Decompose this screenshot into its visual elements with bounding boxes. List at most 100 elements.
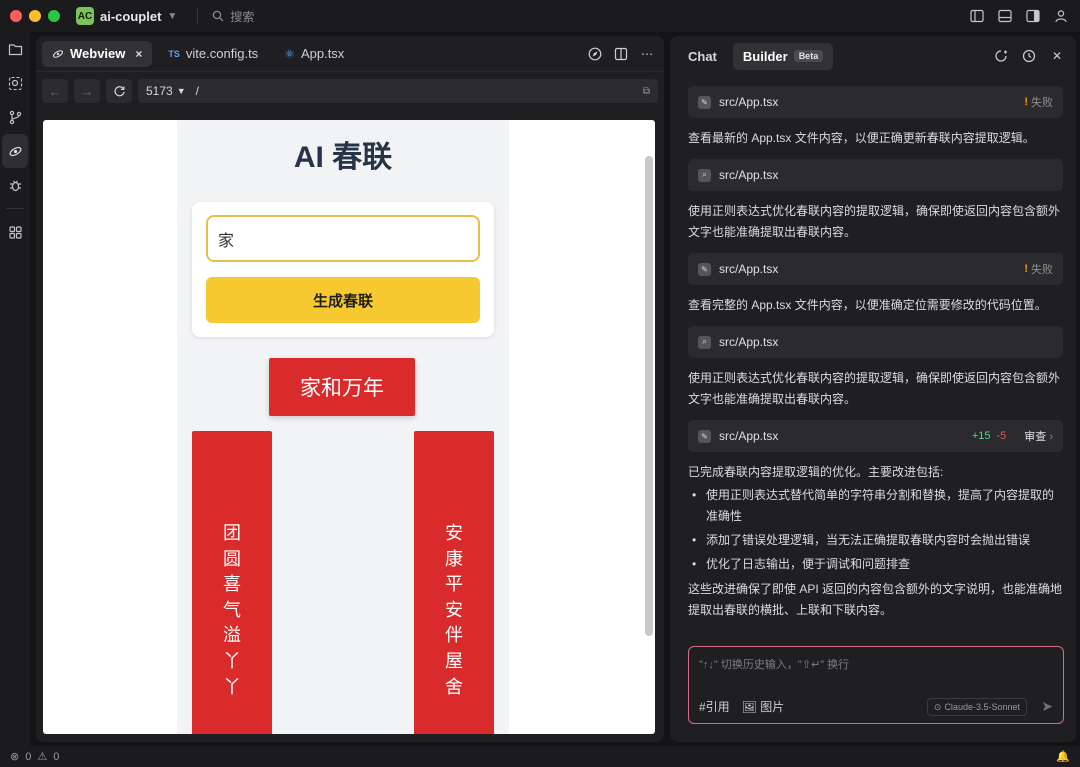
editor-panel: Webview × TS vite.config.ts ⚛ App.tsx ⋯ … (36, 36, 664, 742)
new-chat-icon[interactable] (994, 49, 1008, 63)
assistant-message: 使用正则表达式优化春联内容的提取逻辑，确保即使返回内容包含额外文字也能准确提取出… (688, 371, 1061, 406)
chat-header: Chat Builder Beta ✕ (670, 36, 1076, 76)
url-field[interactable]: 5173 ▼ / ⧉ (138, 79, 658, 103)
webview-scrollbar[interactable] (645, 156, 653, 636)
maximize-window-button[interactable] (48, 10, 60, 22)
image-button[interactable]: 🖼 图片 (742, 698, 785, 715)
toggle-sidebar-icon[interactable] (970, 9, 984, 23)
webview-icon[interactable] (2, 134, 28, 168)
couplet-character: 气 (223, 599, 241, 620)
file-action-row[interactable]: ⌕ src/App.tsx (688, 159, 1063, 191)
couplet-character: 屋 (445, 650, 463, 671)
edit-file-icon: ✎ (698, 262, 711, 276)
chevron-down-icon: ▼ (176, 86, 186, 96)
couplet-character: 舍 (445, 676, 463, 697)
couplet-character: 喜 (223, 574, 241, 595)
react-icon: ⚛ (284, 46, 295, 61)
account-icon[interactable] (1054, 9, 1068, 23)
debug-icon[interactable] (0, 168, 30, 202)
source-control-icon[interactable] (0, 100, 30, 134)
assistant-message: 查看最新的 App.tsx 文件内容，以便正确更新春联内容提取逻辑。 (688, 131, 1035, 145)
project-name[interactable]: ai-couplet (100, 9, 161, 24)
send-icon[interactable]: ➤ (1041, 698, 1053, 715)
generator-card: 家 生成春联 (192, 202, 494, 337)
error-count[interactable]: 0 (25, 751, 31, 763)
file-action-row[interactable]: ✎ src/App.tsx ! 失败 (688, 253, 1063, 285)
webview-url-bar: ← → 5173 ▼ / ⧉ (36, 72, 664, 110)
error-icon[interactable]: ⊗ (10, 750, 19, 763)
file-name: src/App.tsx (719, 95, 779, 109)
extensions-icon[interactable] (0, 215, 30, 249)
list-item: 使用正则表达式替代简单的字符串分割和替换，提高了内容提取的准确性 (688, 485, 1063, 527)
couplet-character: 丫 (223, 676, 241, 697)
editor-tabs: Webview × TS vite.config.ts ⚛ App.tsx ⋯ (36, 36, 664, 72)
app-page: AI 春联 家 生成春联 家和万年 团圆喜气溢丫丫 安康平安伴屋舍 (177, 120, 509, 734)
minimize-window-button[interactable] (29, 10, 41, 22)
couplet-character: 安 (445, 599, 463, 620)
warning-icon: ! (1024, 96, 1028, 108)
quote-button[interactable]: #引用 (699, 698, 730, 715)
window-controls (10, 10, 60, 22)
toggle-aux-bar-icon[interactable] (1026, 9, 1040, 23)
search-icon (213, 10, 224, 22)
keyword-input[interactable]: 家 (206, 215, 480, 262)
summary-outro: 这些改进确保了即使 API 返回的内容包含额外的文字说明，也能准确地提取出春联的… (688, 582, 1063, 617)
split-editor-icon[interactable] (614, 47, 628, 61)
tab-label: App.tsx (300, 46, 345, 61)
list-item: 优化了日志输出，便于调试和问题排查 (688, 554, 1063, 575)
warning-icon[interactable]: ⚠ (37, 750, 47, 763)
search-panel-icon[interactable] (0, 66, 30, 100)
global-search[interactable]: 搜索 (197, 8, 254, 24)
chat-composer[interactable]: "↑↓" 切换历史输入，"⇧↵" 换行 #引用 🖼 图片 ⊙ Claude-3.5… (688, 646, 1064, 724)
tab-webview[interactable]: Webview × (42, 40, 153, 67)
close-tab-icon[interactable]: × (135, 47, 142, 61)
warning-count[interactable]: 0 (53, 751, 59, 763)
ai-chat-panel: Chat Builder Beta ✕ ✎ src/App.tsx ! 失败 查看… (670, 36, 1076, 742)
generate-button[interactable]: 生成春联 (206, 277, 480, 323)
toggle-panel-icon[interactable] (998, 9, 1012, 23)
project-badge: AC (76, 7, 94, 25)
file-name: src/App.tsx (719, 168, 779, 182)
tab-app-tsx[interactable]: ⚛ App.tsx (274, 41, 354, 67)
page-title: AI 春联 (293, 141, 393, 174)
model-name: Claude-3.5-Sonnet (944, 702, 1020, 712)
webview-icon (52, 49, 64, 58)
couplet-character: 圆 (223, 548, 241, 569)
port-select[interactable]: 5173 ▼ (146, 84, 186, 98)
chevron-down-icon[interactable]: ▼ (167, 11, 177, 22)
close-panel-icon[interactable]: ✕ (1050, 49, 1064, 63)
diff-stats: +15 -5 审查 › (972, 428, 1053, 444)
tab-vite-config[interactable]: TS vite.config.ts (158, 41, 268, 67)
port-value: 5173 (146, 84, 173, 98)
explorer-icon[interactable] (0, 32, 30, 66)
reload-button[interactable] (106, 79, 132, 103)
notifications-icon[interactable]: 🔔 (1056, 750, 1070, 763)
file-action-row[interactable]: ✎ src/App.tsx ! 失败 (688, 86, 1063, 118)
tab-chat[interactable]: Chat (678, 43, 727, 70)
image-label: 图片 (760, 700, 785, 714)
status-text: 失败 (1031, 264, 1053, 276)
review-label: 审查 (1024, 431, 1047, 443)
open-external-icon[interactable]: ⧉ (643, 86, 650, 97)
file-action-row[interactable]: ⌕ src/App.tsx (688, 326, 1063, 358)
status-bar: ⊗ 0 ⚠ 0 🔔 (0, 746, 1080, 767)
history-icon[interactable] (1022, 49, 1036, 63)
forward-button[interactable]: → (74, 79, 100, 103)
more-actions-icon[interactable]: ⋯ (640, 47, 654, 61)
tab-label: vite.config.ts (185, 46, 259, 61)
url-path[interactable]: / (196, 84, 199, 98)
title-bar: AC ai-couplet ▼ 搜索 (0, 0, 1080, 32)
file-diff-row[interactable]: ✎ src/App.tsx +15 -5 审查 › (688, 420, 1063, 452)
close-window-button[interactable] (10, 10, 22, 22)
couplet-character: 溢 (223, 625, 241, 646)
couplet-character: 康 (445, 548, 463, 569)
compass-icon[interactable] (588, 47, 602, 61)
view-file-icon: ⌕ (698, 168, 711, 182)
review-button[interactable]: 审查 › (1024, 428, 1053, 444)
model-selector[interactable]: ⊙ Claude-3.5-Sonnet (926, 698, 1027, 716)
composer-placeholder: "↑↓" 切换历史输入，"⇧↵" 换行 (699, 659, 850, 671)
back-button[interactable]: ← (42, 79, 68, 103)
tab-builder[interactable]: Builder Beta (732, 42, 834, 70)
tab-label: Webview (70, 46, 126, 61)
edit-file-icon: ✎ (698, 95, 711, 109)
